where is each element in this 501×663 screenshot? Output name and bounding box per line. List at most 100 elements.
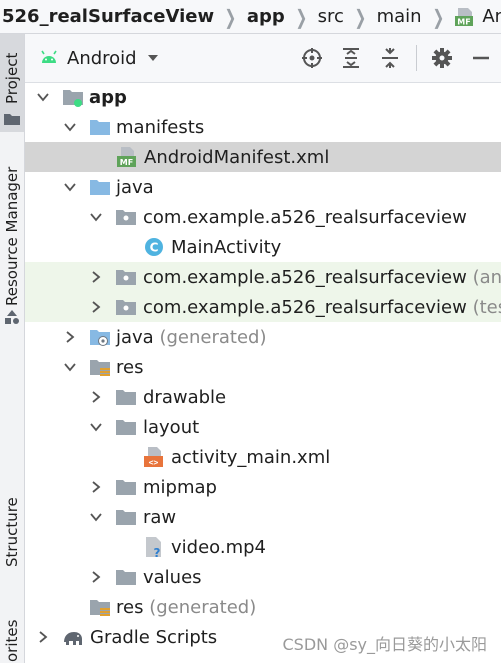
breadcrumb-item-app[interactable]: app xyxy=(247,6,285,27)
package-icon xyxy=(116,270,136,285)
breadcrumb-item-project[interactable]: 526_realSurfaceView xyxy=(0,6,214,27)
structure-tool-tab[interactable]: Structure xyxy=(0,489,24,579)
chevron-right-icon xyxy=(92,391,101,403)
project-view-toolbar: Android xyxy=(25,34,501,83)
tree-label-suffix: (andro xyxy=(472,266,501,288)
tree-node-raw[interactable]: raw xyxy=(25,502,501,532)
tree-label: values xyxy=(143,566,202,588)
tree-label: raw xyxy=(143,506,177,528)
gear-icon xyxy=(432,48,452,68)
resource-manager-tab-label: Resource Manager xyxy=(3,166,21,306)
tree-label: AndroidManifest.xml xyxy=(144,146,330,168)
view-mode-dropdown[interactable]: Android xyxy=(39,48,159,69)
tree-label-suffix: (test) xyxy=(472,296,501,318)
locate-button[interactable] xyxy=(298,44,326,72)
tree-node-video[interactable]: ? video.mp4 xyxy=(25,532,501,562)
tree-label: MainActivity xyxy=(171,236,282,258)
project-tool-tab[interactable]: Project xyxy=(0,34,24,132)
tree-node-mipmap[interactable]: mipmap xyxy=(25,472,501,502)
tree-label: drawable xyxy=(143,386,227,408)
resources-icon xyxy=(5,310,19,324)
svg-text:C: C xyxy=(150,241,159,255)
favorites-tool-tab[interactable]: orites xyxy=(0,614,24,663)
tree-label: Gradle Scripts xyxy=(90,626,218,648)
tree-node-android-manifest[interactable]: MF AndroidManifest.xml xyxy=(25,142,501,172)
folder-icon xyxy=(116,480,136,495)
breadcrumb-src-label: src xyxy=(317,6,344,27)
settings-button[interactable] xyxy=(428,44,456,72)
tree-node-package-android-test[interactable]: com.example.a526_realsurfaceview (andro xyxy=(25,262,501,292)
collapse-all-button[interactable] xyxy=(376,44,404,72)
svg-text:MF: MF xyxy=(458,17,471,26)
chevron-right-icon xyxy=(92,271,101,283)
tree-node-package-main[interactable]: com.example.a526_realsurfaceview xyxy=(25,202,501,232)
chevron-right-icon: ❯ xyxy=(354,4,367,29)
folder-icon xyxy=(116,510,136,525)
tree-label: com.example.a526_realsurfaceview xyxy=(143,296,467,318)
tree-label-suffix: (generated) xyxy=(159,326,267,348)
tree-label: video.mp4 xyxy=(171,536,266,558)
tree-node-res[interactable]: res xyxy=(25,352,501,382)
tree-label: com.example.a526_realsurfaceview xyxy=(143,266,467,288)
gradle-elephant-icon xyxy=(64,632,82,645)
package-icon xyxy=(116,300,136,315)
tree-label: res xyxy=(116,596,144,618)
svg-text:?: ? xyxy=(154,546,161,558)
tree-label: java xyxy=(116,326,154,348)
locate-icon xyxy=(302,48,322,68)
tree-node-package-test[interactable]: com.example.a526_realsurfaceview (test) xyxy=(25,292,501,322)
module-folder-icon xyxy=(63,90,83,107)
resources-folder-icon xyxy=(90,360,110,376)
project-tab-label: Project xyxy=(3,52,21,104)
tree-label: mipmap xyxy=(143,476,217,498)
tree-label: com.example.a526_realsurfaceview xyxy=(143,206,467,228)
chevron-right-icon xyxy=(92,571,101,583)
toolbar-divider xyxy=(416,45,417,71)
chevron-down-icon xyxy=(147,55,158,61)
chevron-down-icon xyxy=(90,213,102,222)
breadcrumb-item-manifest[interactable]: MF AndroidM xyxy=(454,6,501,27)
tree-label: layout xyxy=(143,416,200,438)
minimize-icon xyxy=(473,56,489,60)
chevron-right-icon: ❯ xyxy=(432,4,444,29)
breadcrumb-project-label: 526_realSurfaceView xyxy=(2,6,215,27)
tree-node-values[interactable]: values xyxy=(25,562,501,592)
tree-node-activity-main-xml[interactable]: <> activity_main.xml xyxy=(25,442,501,472)
folder-icon xyxy=(116,420,136,435)
unknown-file-icon: ? xyxy=(146,537,161,558)
favorites-tab-label: orites xyxy=(3,619,21,662)
expand-all-button[interactable] xyxy=(337,44,365,72)
left-tool-strip: Project Resource Manager Structure orite… xyxy=(0,34,25,663)
tree-label: activity_main.xml xyxy=(171,446,331,468)
hide-panel-button[interactable] xyxy=(467,44,495,72)
svg-text:<>: <> xyxy=(149,458,159,467)
tree-node-drawable[interactable]: drawable xyxy=(25,382,501,412)
tree-node-app[interactable]: app xyxy=(25,82,501,112)
resource-manager-tool-tab[interactable]: Resource Manager xyxy=(0,156,24,326)
folder-icon xyxy=(90,120,110,135)
package-icon xyxy=(116,210,136,225)
folder-icon xyxy=(116,570,136,585)
tree-node-main-activity[interactable]: C MainActivity xyxy=(25,232,501,262)
xml-file-icon: <> xyxy=(144,447,163,467)
breadcrumb-item-src[interactable]: src xyxy=(318,6,344,27)
chevron-right-icon: ❯ xyxy=(224,4,237,29)
breadcrumb-app-label: app xyxy=(246,6,285,27)
tree-node-java-generated[interactable]: java (generated) xyxy=(25,322,501,352)
tree-node-res-generated[interactable]: res (generated) xyxy=(25,592,501,622)
manifest-file-icon: MF xyxy=(117,147,136,167)
tree-node-manifests[interactable]: manifests xyxy=(25,112,501,142)
breadcrumb-manifest-label: AndroidM xyxy=(482,6,501,27)
class-icon: C xyxy=(145,238,163,256)
breadcrumb: 526_realSurfaceView ❯ app ❯ src ❯ main ❯… xyxy=(0,0,501,34)
breadcrumb-item-main[interactable]: main xyxy=(377,6,422,27)
tree-node-java[interactable]: java xyxy=(25,172,501,202)
collapse-all-icon xyxy=(382,48,398,68)
watermark: CSDN @sy_向日葵的小太阳 xyxy=(282,635,487,654)
folder-icon xyxy=(90,180,110,195)
view-mode-label: Android xyxy=(67,47,137,69)
tree-node-layout[interactable]: layout xyxy=(25,412,501,442)
android-icon xyxy=(41,50,57,63)
structure-tab-label: Structure xyxy=(3,497,21,567)
chevron-right-icon xyxy=(66,331,75,343)
